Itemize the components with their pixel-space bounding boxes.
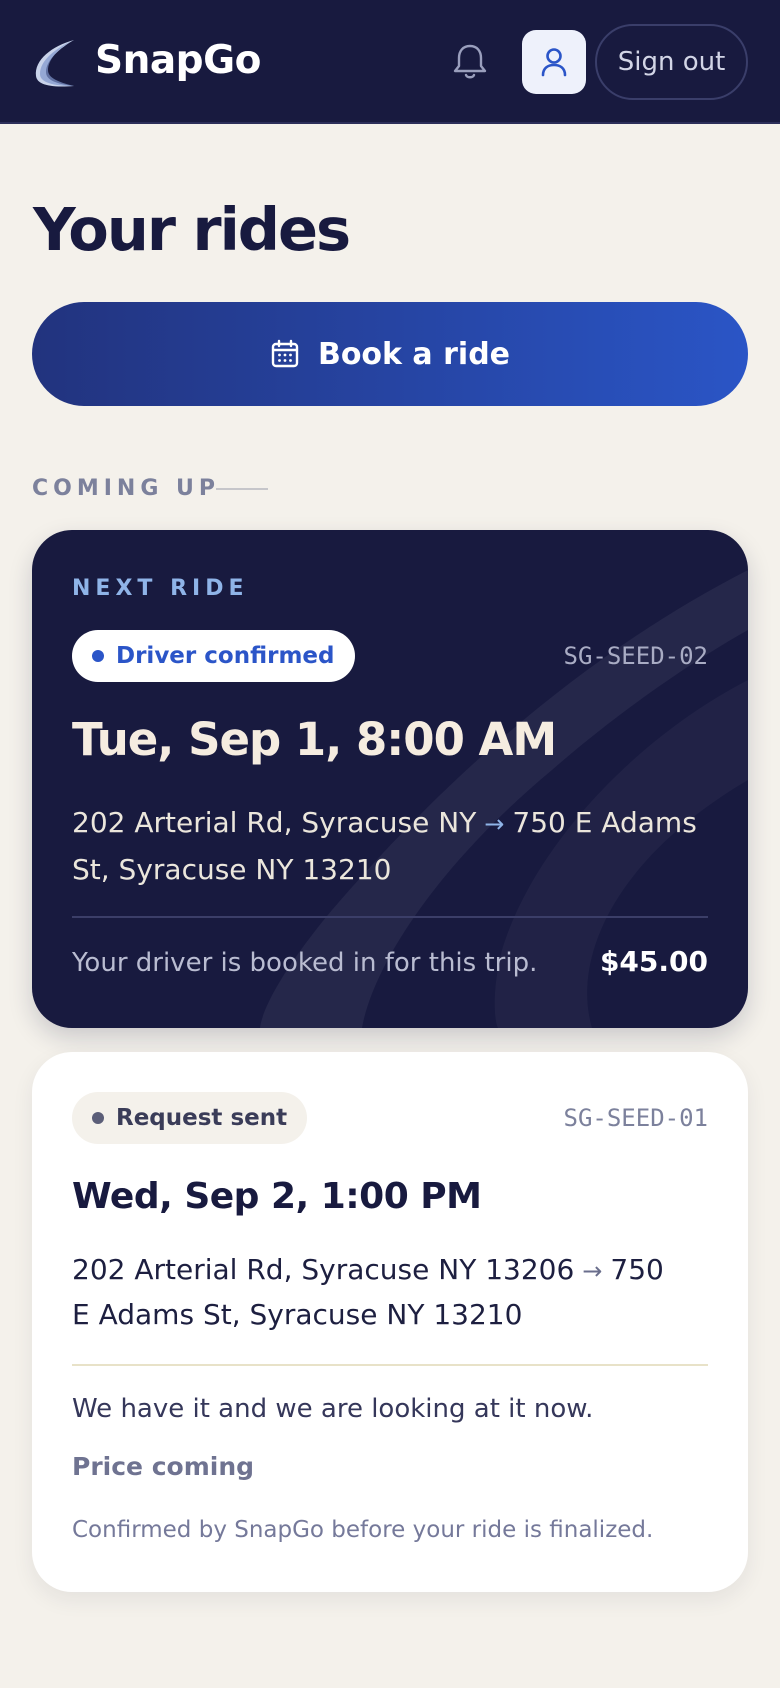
ride-price: $45.00 bbox=[599, 945, 708, 978]
book-ride-button[interactable]: Book a ride bbox=[32, 302, 748, 406]
status-badge-label: Request sent bbox=[116, 1105, 288, 1131]
section-divider bbox=[216, 488, 268, 490]
top-bar: SnapGo Sign out bbox=[0, 0, 780, 124]
pickup-address: 202 Arterial Rd, Syracuse NY 13206 bbox=[72, 1253, 575, 1286]
status-badge-label: Driver confirmed bbox=[116, 643, 335, 669]
book-ride-label: Book a ride bbox=[317, 336, 511, 372]
profile-button[interactable] bbox=[522, 30, 586, 94]
pickup-address: 202 Arterial Rd, Syracuse NY bbox=[72, 806, 477, 839]
calendar-icon bbox=[271, 339, 299, 368]
page-title: Your rides bbox=[33, 195, 351, 264]
ride-reference: SG-SEED-01 bbox=[563, 1104, 709, 1132]
ride-status-message: Your driver is booked in for this trip. bbox=[72, 948, 538, 978]
section-heading-coming-up: COMING UP bbox=[32, 476, 221, 501]
ride-status-message: We have it and we are looking at it now. bbox=[72, 1394, 594, 1424]
ride-datetime: Tue, Sep 1, 8:00 AM bbox=[72, 713, 557, 766]
next-ride-eyebrow: NEXT RIDE bbox=[72, 576, 249, 601]
ride-price: Price coming bbox=[72, 1452, 255, 1481]
status-dot bbox=[92, 1112, 104, 1124]
arrow-right-icon: → bbox=[484, 810, 505, 838]
ride-card-requested[interactable]: Request sent SG-SEED-01 Wed, Sep 2, 1:00… bbox=[32, 1052, 748, 1592]
status-dot bbox=[92, 650, 104, 662]
card-divider bbox=[72, 916, 708, 918]
ride-route: 202 Arterial Rd, Syracuse NY 13206 → 750 E… bbox=[72, 1248, 672, 1337]
arrow-right-icon: → bbox=[582, 1257, 603, 1285]
ride-route: 202 Arterial Rd, Syracuse NY → 750 E Adams… bbox=[72, 800, 712, 893]
ride-reference: SG-SEED-02 bbox=[563, 642, 709, 670]
bell-icon[interactable] bbox=[448, 40, 492, 84]
status-badge: Driver confirmed bbox=[72, 630, 355, 682]
snapgo-logo-icon[interactable] bbox=[30, 38, 76, 90]
price-note: Confirmed by SnapGo before your ride is … bbox=[72, 1517, 654, 1543]
ride-card-next[interactable]: NEXT RIDE Driver confirmed SG-SEED-02 Tu… bbox=[32, 530, 748, 1028]
ride-datetime: Wed, Sep 2, 1:00 PM bbox=[72, 1176, 482, 1217]
status-badge: Request sent bbox=[72, 1092, 308, 1144]
sign-out-button[interactable]: Sign out bbox=[595, 24, 748, 100]
user-icon bbox=[541, 48, 567, 77]
card-divider bbox=[72, 1364, 708, 1366]
brand-name[interactable]: SnapGo bbox=[95, 38, 261, 84]
